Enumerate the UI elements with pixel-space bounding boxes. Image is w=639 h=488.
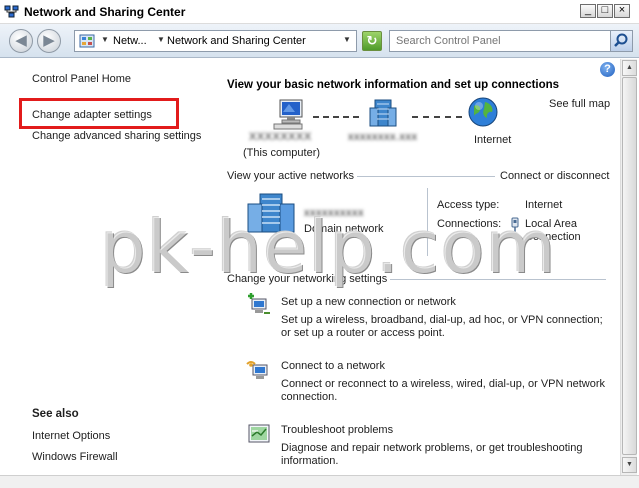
maximize-button[interactable]: □ <box>597 4 613 18</box>
connect-to-network-link[interactable]: Connect to a network <box>281 360 385 372</box>
address-bar[interactable]: ▼ Netw... ▼ Network and Sharing Center ▼ <box>74 30 357 52</box>
change-settings-title: Change your networking settings <box>227 273 388 285</box>
vertical-separator <box>427 188 428 256</box>
breadcrumb-item[interactable]: Network and Sharing Center <box>167 35 306 47</box>
control-panel-icon <box>79 34 95 48</box>
see-full-map-link[interactable]: See full map <box>549 98 610 110</box>
domain-name: xxxxxxxx.xxx <box>348 131 418 143</box>
computer-name: XXXXXXXX <box>249 131 312 143</box>
see-also-heading: See also <box>32 408 79 420</box>
change-advanced-sharing-link[interactable]: Change advanced sharing settings <box>32 130 201 142</box>
search-box[interactable] <box>389 30 633 52</box>
page-heading: View your basic network information and … <box>227 79 560 91</box>
access-type-label: Access type: <box>437 199 500 211</box>
search-input[interactable] <box>392 33 608 49</box>
separator <box>357 176 495 177</box>
troubleshoot-icon <box>248 424 270 443</box>
computer-icon <box>273 99 303 130</box>
title-bar: Network and Sharing Center _ □ × <box>0 0 639 24</box>
vertical-scrollbar[interactable]: ▲ ▼ <box>620 59 637 475</box>
access-type-value: Internet <box>525 199 563 211</box>
windows-firewall-link[interactable]: Windows Firewall <box>32 451 118 463</box>
troubleshoot-problems-link[interactable]: Troubleshoot problems <box>281 424 393 436</box>
breadcrumb-item[interactable]: Netw... <box>113 35 147 47</box>
connections-label: Connections: <box>437 218 502 230</box>
connect-network-icon <box>246 361 268 379</box>
setup-connection-description: Set up a wireless, broadband, dial-up, a… <box>281 314 603 339</box>
setup-connection-link[interactable]: Set up a new connection or network <box>281 296 456 308</box>
domain-network-icon <box>247 193 295 233</box>
forward-button[interactable]: ▶ <box>37 29 61 53</box>
ethernet-icon <box>511 217 519 232</box>
internet-options-link[interactable]: Internet Options <box>32 430 110 442</box>
scroll-thumb[interactable] <box>622 77 637 455</box>
search-icon <box>614 33 628 47</box>
scroll-down-button[interactable]: ▼ <box>622 457 637 473</box>
separator <box>390 279 606 280</box>
connect-or-disconnect-link[interactable]: Connect or disconnect <box>500 170 609 182</box>
new-connection-icon <box>248 293 270 314</box>
search-button[interactable] <box>610 31 632 51</box>
help-icon[interactable]: ? <box>600 62 615 77</box>
navigation-bar: ◀ ▶ ▼ Netw... ▼ Network and Sharing Cent… <box>0 24 639 58</box>
breadcrumb-arrow-icon[interactable]: ▼ <box>101 35 109 44</box>
refresh-button[interactable]: ↻ <box>362 31 382 51</box>
connect-to-network-description: Connect or reconnect to a wireless, wire… <box>281 378 606 403</box>
local-area-connection-link[interactable]: Local Area Connection <box>525 218 610 244</box>
status-bar <box>0 475 639 488</box>
this-computer-label: (This computer) <box>243 147 321 159</box>
change-adapter-settings-link[interactable]: Change adapter settings <box>32 109 152 121</box>
network-center-icon <box>4 5 19 18</box>
globe-icon <box>468 97 498 127</box>
domain-network-icon <box>369 99 397 127</box>
troubleshoot-description: Diagnose and repair network problems, or… <box>281 442 583 467</box>
connection-line <box>412 116 462 118</box>
active-networks-title: View your active networks <box>227 170 354 182</box>
address-dropdown-icon[interactable]: ▼ <box>343 35 351 44</box>
close-button[interactable]: × <box>614 4 630 18</box>
scroll-up-button[interactable]: ▲ <box>622 60 637 76</box>
internet-label: Internet <box>474 134 512 146</box>
network-name: xxxxxxxxxx <box>304 207 364 219</box>
minimize-button[interactable]: _ <box>580 4 596 18</box>
back-button[interactable]: ◀ <box>9 29 33 53</box>
network-type-link[interactable]: Domain network <box>304 223 383 235</box>
connection-line <box>313 116 359 118</box>
breadcrumb-arrow-icon[interactable]: ▼ <box>157 35 165 44</box>
window-title: Network and Sharing Center <box>24 5 186 19</box>
control-panel-home-link[interactable]: Control Panel Home <box>32 73 131 85</box>
